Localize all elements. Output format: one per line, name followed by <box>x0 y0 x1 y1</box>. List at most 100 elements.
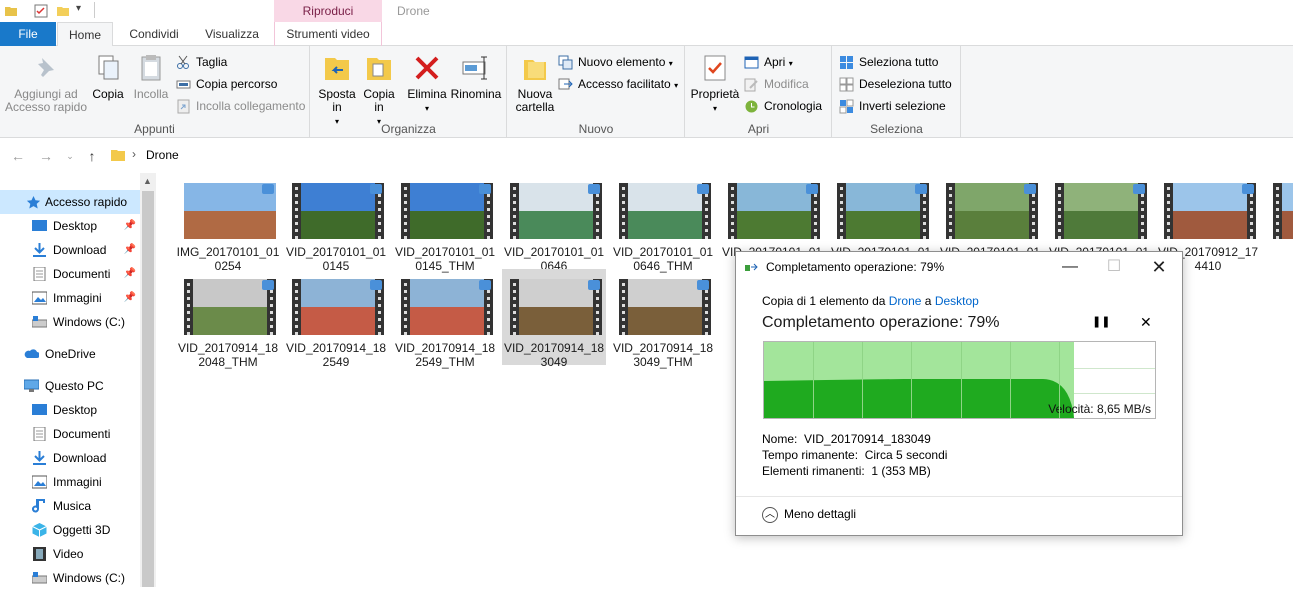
pictures-icon <box>32 291 47 305</box>
music-icon <box>32 499 45 513</box>
sync-status-icon <box>588 280 600 290</box>
nav-pc-windows-c[interactable]: Windows (C:) <box>0 566 140 590</box>
video-icon <box>33 547 46 561</box>
group-label-open: Apri <box>747 122 770 136</box>
nav-qa-download[interactable]: Download 📌 <box>0 238 140 262</box>
tab-video-tools[interactable]: Strumenti video <box>274 22 382 46</box>
sync-status-icon <box>370 184 382 194</box>
nav-pc-pictures[interactable]: Immagini <box>0 470 140 494</box>
tab-share[interactable]: Condividi <box>119 22 189 46</box>
file-item[interactable]: VID_20170914_183049_THM <box>611 269 715 369</box>
file-item[interactable]: VID_2 <box>1265 173 1293 269</box>
properties-dropdown-icon: ▾ <box>712 104 717 113</box>
file-item[interactable]: VID_20170101_010145_THM <box>393 173 497 273</box>
context-tab-play: Riproduci <box>274 0 382 22</box>
video-thumbnail <box>510 279 602 335</box>
documents-icon <box>33 267 46 281</box>
nav-pc-documents[interactable]: Documenti <box>0 422 140 446</box>
pin-icon[interactable]: 📌 <box>124 286 136 310</box>
move-to-button[interactable]: Sposta in ▾ <box>315 52 359 128</box>
new-folder-icon[interactable] <box>56 4 70 18</box>
breadcrumb-drone[interactable]: Drone <box>146 148 179 162</box>
properties-icon[interactable] <box>34 4 48 18</box>
select-none-button[interactable]: Deseleziona tutto <box>839 74 952 94</box>
easy-access-button[interactable]: Accesso facilitato ▾ <box>558 74 678 94</box>
invert-selection-icon <box>839 99 854 114</box>
cancel-icon[interactable]: ✕ <box>1140 314 1152 331</box>
history-button[interactable]: Cronologia <box>744 96 822 116</box>
dialog-titlebar[interactable]: Completamento operazione: 79% — ☐ ✕ <box>736 252 1182 282</box>
pin-icon[interactable]: 📌 <box>124 262 136 286</box>
film-strip-icon <box>837 183 846 239</box>
close-icon[interactable]: ✕ <box>1147 255 1171 279</box>
pin-quick-access-button[interactable]: Aggiungi ad Accesso rapido <box>4 52 88 114</box>
easy-access-dropdown-icon: ▾ <box>674 81 679 90</box>
scroll-up-icon[interactable]: ▲ <box>143 176 152 186</box>
group-clipboard: Aggiungi ad Accesso rapido Copia Incolla… <box>0 46 310 138</box>
edit-button[interactable]: Modifica <box>744 74 809 94</box>
recent-locations-icon[interactable]: ⌄ <box>62 148 78 164</box>
pin-icon[interactable]: 📌 <box>124 214 136 238</box>
tab-view[interactable]: Visualizza <box>196 22 268 46</box>
nav-pc-music[interactable]: Musica <box>0 494 140 518</box>
select-none-icon <box>839 77 854 92</box>
copy-button[interactable]: Copia <box>88 52 128 101</box>
properties-button[interactable]: Proprietà ▾ <box>690 52 740 115</box>
nav-this-pc[interactable]: Questo PC <box>0 374 140 398</box>
nav-qa-desktop[interactable]: Desktop 📌 <box>0 214 140 238</box>
file-item[interactable]: VID_20170914_183049 <box>502 269 606 369</box>
nav-pc-download[interactable]: Download <box>0 446 140 470</box>
rename-button[interactable]: Rinomina <box>449 52 503 101</box>
minimize-icon[interactable]: — <box>1058 255 1082 279</box>
address-input[interactable]: › Drone <box>106 144 1293 168</box>
nav-pc-3d-objects[interactable]: Oggetti 3D <box>0 518 140 542</box>
tab-home[interactable]: Home <box>57 22 113 47</box>
file-item[interactable]: VID_20170914_182549 <box>284 269 388 369</box>
info-time-value: Circa 5 secondi <box>864 448 948 462</box>
group-select: Seleziona tutto Deseleziona tutto Invert… <box>833 46 961 138</box>
file-item[interactable]: VID_20170101_010646_THM <box>611 173 715 273</box>
file-item[interactable]: VID_20170914_182549_THM <box>393 269 497 369</box>
delete-button[interactable]: Elimina ▾ <box>407 52 447 115</box>
source-link[interactable]: Drone <box>889 294 922 308</box>
nav-pc-video[interactable]: Video <box>0 542 140 566</box>
address-bar-row: ← → ⌄ ↑ › Drone <box>0 139 1293 173</box>
pin-icon[interactable]: 📌 <box>124 238 136 262</box>
video-thumbnail <box>1273 183 1293 239</box>
open-icon <box>744 56 759 69</box>
forward-arrow-icon[interactable]: → <box>38 148 54 164</box>
new-folder-button[interactable]: Nuova cartella <box>510 52 560 114</box>
nav-qa-windows-c[interactable]: Windows (C:) <box>0 310 140 334</box>
folder-icon[interactable] <box>4 4 18 18</box>
copy-to-button[interactable]: Copia in ▾ <box>359 52 399 128</box>
dialog-separator <box>736 496 1182 497</box>
nav-qa-pictures[interactable]: Immagini 📌 <box>0 286 140 310</box>
nav-scrollbar-thumb[interactable] <box>142 191 154 587</box>
copy-path-button[interactable]: Copia percorso <box>176 74 277 94</box>
select-all-button[interactable]: Seleziona tutto <box>839 52 938 72</box>
destination-link[interactable]: Desktop <box>935 294 979 308</box>
pictures-icon <box>32 475 47 489</box>
file-item[interactable]: VID_20170101_010646 <box>502 173 606 273</box>
paste-button[interactable]: Incolla <box>130 52 172 101</box>
nav-pc-desktop[interactable]: Desktop <box>0 398 140 422</box>
invert-selection-button[interactable]: Inverti selezione <box>839 96 946 116</box>
file-item[interactable]: VID_20170914_182048_THM <box>176 269 280 369</box>
paste-shortcut-button[interactable]: Incolla collegamento <box>176 96 305 116</box>
pause-icon[interactable]: ❚❚ <box>1092 315 1110 328</box>
file-item[interactable]: IMG_20170101_010254 <box>176 173 280 273</box>
nav-qa-documents[interactable]: Documenti 📌 <box>0 262 140 286</box>
cut-button[interactable]: Taglia <box>176 52 227 72</box>
back-arrow-icon[interactable]: ← <box>10 148 26 164</box>
nav-scrollbar[interactable]: ▲ <box>140 173 156 587</box>
customize-qat-icon[interactable]: ▾ <box>76 3 81 14</box>
open-button[interactable]: Apri ▾ <box>744 52 793 72</box>
nav-quick-access[interactable]: Accesso rapido <box>0 190 140 214</box>
nav-onedrive[interactable]: OneDrive <box>0 342 140 366</box>
film-strip-icon <box>184 279 193 335</box>
new-item-button[interactable]: Nuovo elemento ▾ <box>558 52 673 72</box>
film-strip-icon <box>1273 183 1282 239</box>
file-item[interactable]: VID_20170101_010145 <box>284 173 388 273</box>
less-details-button[interactable]: ︿ Meno dettagli <box>762 507 856 523</box>
up-arrow-icon[interactable]: ↑ <box>84 148 100 164</box>
